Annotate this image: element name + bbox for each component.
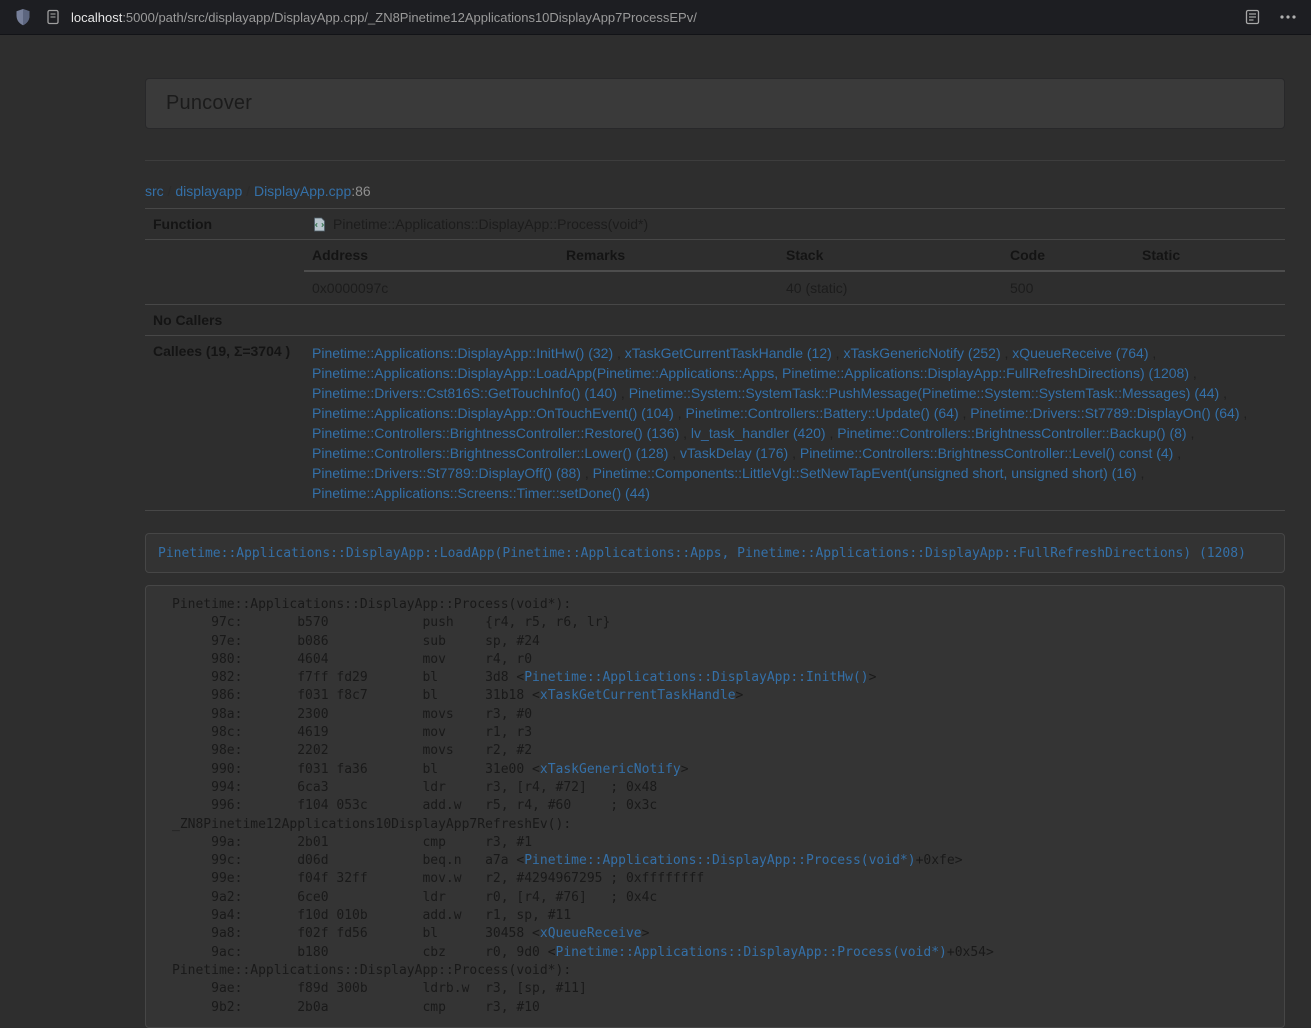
callee-link[interactable]: Pinetime::Controllers::BrightnessControl… xyxy=(837,425,1186,441)
callee-link[interactable]: xTaskGetCurrentTaskHandle (12) xyxy=(625,345,832,361)
asm-symbol-link[interactable]: Pinetime::Applications::DisplayApp::Proc… xyxy=(556,945,947,960)
callee-link[interactable]: Pinetime::Controllers::BrightnessControl… xyxy=(312,445,668,461)
breadcrumb: src / displayapp / DisplayApp.cpp:86 xyxy=(145,183,1285,199)
table-row: Function Pinetime::Applications::Display… xyxy=(145,209,1285,240)
page-container: Puncover src / displayapp / DisplayApp.c… xyxy=(145,78,1285,1028)
divider xyxy=(145,160,1285,161)
table-row: 0x0000097c 40 (static) 500 xyxy=(304,271,1285,304)
disassembly-panel: Pinetime::Applications::DisplayApp::Proc… xyxy=(145,585,1285,1028)
table-row: Callees (19, Σ=3704 ) Pinetime::Applicat… xyxy=(145,336,1285,511)
reader-mode-icon[interactable] xyxy=(1241,6,1263,28)
callees-label: Callees (19, Σ=3704 ) xyxy=(145,336,304,511)
breadcrumb-separator: / xyxy=(242,183,254,199)
callee-link[interactable]: xTaskGenericNotify (252) xyxy=(843,345,1000,361)
column-header-address: Address xyxy=(304,240,558,271)
callee-link[interactable]: Pinetime::Drivers::St7789::DisplayOn() (… xyxy=(970,405,1239,421)
callee-link[interactable]: Pinetime::Applications::Screens::Timer::… xyxy=(312,485,650,501)
address-table: Address Remarks Stack Code Static 0x0000… xyxy=(304,240,1285,304)
callee-link[interactable]: Pinetime::Components::LittleVgl::SetNewT… xyxy=(593,465,1137,481)
callee-link[interactable]: vTaskDelay (176) xyxy=(680,445,788,461)
static-value xyxy=(1134,271,1285,304)
browser-chrome: localhost:5000/path/src/displayapp/Displ… xyxy=(0,0,1311,35)
page-title: Puncover xyxy=(166,92,252,115)
no-callers-label: No Callers xyxy=(145,305,304,336)
column-header-code: Code xyxy=(1002,240,1134,271)
address-value: 0x0000097c xyxy=(304,271,558,304)
callee-link[interactable]: Pinetime::Applications::DisplayApp::Init… xyxy=(312,345,613,361)
remarks-value xyxy=(558,271,778,304)
asm-symbol-link[interactable]: Pinetime::Applications::DisplayApp::Proc… xyxy=(524,853,915,868)
table-row: No Callers xyxy=(145,305,1285,336)
symbol-panel-link[interactable]: Pinetime::Applications::DisplayApp::Load… xyxy=(158,546,1246,561)
page-icon[interactable] xyxy=(42,6,64,28)
shield-icon[interactable] xyxy=(12,6,34,28)
url-host: localhost xyxy=(71,10,122,25)
callee-link[interactable]: Pinetime::Controllers::BrightnessControl… xyxy=(800,445,1173,461)
menu-dots-icon[interactable] xyxy=(1277,6,1299,28)
app-header-panel: Puncover xyxy=(145,78,1285,129)
asm-symbol-link[interactable]: xQueueReceive xyxy=(540,926,642,941)
breadcrumb-link[interactable]: DisplayApp.cpp xyxy=(254,183,351,199)
callee-link[interactable]: Pinetime::Controllers::BrightnessControl… xyxy=(312,425,679,441)
symbol-icon xyxy=(312,217,327,232)
callee-link[interactable]: Pinetime::Drivers::Cst816S::GetTouchInfo… xyxy=(312,385,617,401)
breadcrumb-link[interactable]: src xyxy=(145,183,164,199)
symbol-panel: Pinetime::Applications::DisplayApp::Load… xyxy=(145,533,1285,573)
line-reference: :86 xyxy=(351,183,370,199)
disassembly-code: Pinetime::Applications::DisplayApp::Proc… xyxy=(172,596,1270,1017)
asm-symbol-link[interactable]: Pinetime::Applications::DisplayApp::Init… xyxy=(524,670,868,685)
callees-list: Pinetime::Applications::DisplayApp::Init… xyxy=(304,336,1285,511)
asm-symbol-link[interactable]: xTaskGetCurrentTaskHandle xyxy=(540,688,736,703)
function-name: Pinetime::Applications::DisplayApp::Proc… xyxy=(333,216,648,232)
breadcrumb-link[interactable]: displayapp xyxy=(175,183,242,199)
callee-link[interactable]: xQueueReceive (764) xyxy=(1012,345,1148,361)
callee-link[interactable]: Pinetime::Applications::DisplayApp::OnTo… xyxy=(312,405,674,421)
column-header-remarks: Remarks xyxy=(558,240,778,271)
column-header-stack: Stack xyxy=(778,240,1002,271)
callee-link[interactable]: lv_task_handler (420) xyxy=(691,425,826,441)
breadcrumb-separator: / xyxy=(164,183,176,199)
url-bar[interactable]: localhost:5000/path/src/displayapp/Displ… xyxy=(42,6,1231,28)
browser-url[interactable]: localhost:5000/path/src/displayapp/Displ… xyxy=(71,10,697,25)
table-row: Address Remarks Stack Code Static 0x0000… xyxy=(145,240,1285,305)
column-header-static: Static xyxy=(1134,240,1285,271)
function-table: Function Pinetime::Applications::Display… xyxy=(145,208,1285,511)
callee-link[interactable]: Pinetime::Drivers::St7789::DisplayOff() … xyxy=(312,465,581,481)
stack-value: 40 (static) xyxy=(778,271,1002,304)
callee-link[interactable]: Pinetime::Applications::DisplayApp::Load… xyxy=(312,365,1189,381)
asm-symbol-link[interactable]: xTaskGenericNotify xyxy=(540,762,681,777)
url-path: :5000/path/src/displayapp/DisplayApp.cpp… xyxy=(122,10,697,25)
code-value: 500 xyxy=(1002,271,1134,304)
callee-link[interactable]: Pinetime::Controllers::Battery::Update()… xyxy=(686,405,959,421)
function-label: Function xyxy=(145,209,304,240)
callee-link[interactable]: Pinetime::System::SystemTask::PushMessag… xyxy=(629,385,1220,401)
